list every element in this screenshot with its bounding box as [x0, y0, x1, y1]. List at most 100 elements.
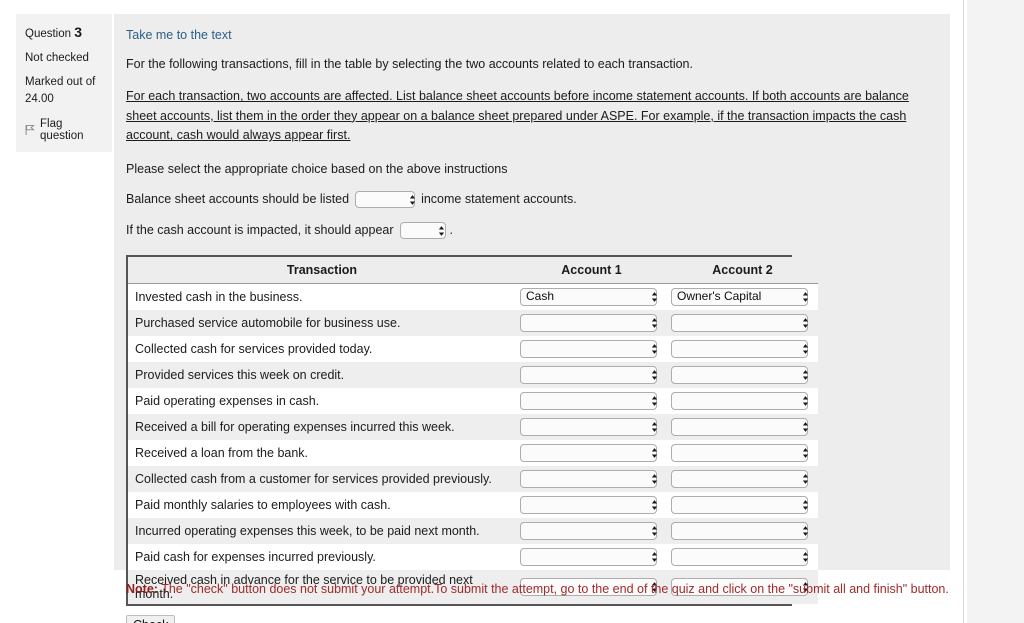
transaction-cell: Collected cash from a customer for servi… [128, 465, 516, 492]
account-1-select[interactable] [520, 547, 657, 566]
inline-2-after: . [449, 223, 454, 238]
transaction-cell: Paid operating expenses in cash. [128, 387, 516, 414]
footer-note-text: The "check" button does not submit your … [157, 582, 949, 596]
account-2-cell [667, 335, 818, 362]
account-2-cell [667, 491, 818, 518]
account-2-select-wrap [671, 521, 814, 540]
account-2-select[interactable] [671, 469, 808, 488]
account-2-select[interactable] [671, 365, 808, 384]
table-row: Received a bill for operating expenses i… [128, 413, 818, 440]
table-body: Invested cash in the business. Cash Owner'… [128, 283, 818, 604]
transaction-cell: Paid cash for expenses incurred previous… [128, 543, 516, 570]
account-2-select-wrap [671, 469, 814, 488]
account-1-select[interactable] [520, 469, 657, 488]
account-2-cell [667, 543, 818, 570]
account-1-select[interactable] [520, 443, 657, 462]
footer-note-label: Note: [126, 582, 158, 596]
account-1-select[interactable] [520, 417, 657, 436]
account-1-cell [516, 517, 667, 544]
inline-select-2[interactable] [399, 222, 446, 240]
account-2-select[interactable] [671, 443, 808, 462]
account-2-select[interactable] [671, 417, 808, 436]
prompt-text: Please select the appropriate choice bas… [126, 161, 508, 176]
column-header-account-2: Account 2 [667, 256, 818, 284]
table-row: Collected cash from a customer for servi… [128, 465, 818, 492]
account-1-select-wrap [520, 495, 663, 514]
account-2-cell [667, 361, 818, 388]
account-2-cell [667, 465, 818, 492]
account-2-select[interactable]: Owner's Capital [671, 287, 808, 306]
table-row: Paid monthly salaries to employees with … [128, 491, 818, 518]
table-head: Transaction Account 1 Account 2 [128, 256, 818, 284]
table-row: Purchased service automobile for busines… [128, 309, 818, 336]
account-2-select[interactable] [671, 521, 808, 540]
transactions-table: Transaction Account 1 Account 2 Invested… [128, 256, 818, 604]
account-2-select[interactable] [671, 391, 808, 410]
flag-icon [25, 124, 35, 135]
table-row: Collected cash for services provided tod… [128, 335, 818, 362]
table-header-row: Transaction Account 1 Account 2 [128, 256, 818, 284]
account-1-select[interactable] [520, 313, 657, 332]
account-1-select-wrap: Cash [520, 287, 663, 306]
flag-question-button[interactable]: Flag question [25, 117, 103, 142]
inline-2-before: If the cash account is impacted, it shou… [126, 223, 394, 238]
account-1-cell: Cash [516, 283, 667, 310]
inline-select-2-wrap [394, 222, 450, 240]
table-row: Received a loan from the bank. [128, 439, 818, 466]
account-1-select-wrap [520, 391, 663, 410]
question-info-box: Question 3 Not checked Marked out of 24.… [16, 14, 112, 152]
take-me-to-the-text-link[interactable]: Take me to the text [126, 28, 232, 42]
account-1-select[interactable] [520, 521, 657, 540]
account-2-select[interactable] [671, 495, 808, 514]
account-1-select-wrap [520, 365, 663, 384]
account-2-select-wrap [671, 417, 814, 436]
account-1-select[interactable] [520, 339, 657, 358]
inline-question-1: Balance sheet accounts should be listed … [126, 190, 938, 209]
account-2-cell [667, 517, 818, 544]
account-1-cell [516, 309, 667, 336]
account-2-cell: Owner's Capital [667, 283, 818, 310]
account-2-select[interactable] [671, 313, 808, 332]
table-row: Invested cash in the business. Cash Owner'… [128, 283, 818, 310]
table-row: Paid cash for expenses incurred previous… [128, 543, 818, 570]
account-1-select-wrap [520, 313, 663, 332]
inline-question-2: If the cash account is impacted, it shou… [126, 222, 938, 240]
marked-out-of-label: Marked out of [25, 75, 96, 88]
question-panel: Take me to the text For the following tr… [114, 14, 950, 623]
account-1-select-wrap [520, 417, 663, 436]
question-state: Not checked [25, 51, 89, 64]
account-1-select-wrap [520, 469, 663, 488]
account-2-select-wrap [671, 547, 814, 566]
transaction-cell: Invested cash in the business. [128, 283, 516, 310]
account-2-select[interactable] [671, 547, 808, 566]
transaction-cell: Purchased service automobile for busines… [128, 309, 516, 336]
account-2-select-wrap: Owner's Capital [671, 287, 814, 306]
transaction-cell: Provided services this week on credit. [128, 361, 516, 388]
page-divider [963, 0, 964, 623]
account-1-cell [516, 439, 667, 466]
column-header-account-1: Account 1 [516, 256, 667, 284]
column-header-transaction: Transaction [128, 256, 516, 284]
inline-1-before: Balance sheet accounts should be listed [126, 191, 350, 206]
account-1-select-wrap [520, 443, 663, 462]
account-1-select[interactable] [520, 365, 657, 384]
account-2-cell [667, 309, 818, 336]
account-1-cell [516, 543, 667, 570]
account-1-cell [516, 335, 667, 362]
check-button[interactable]: Check [126, 614, 176, 623]
transaction-cell: Received a loan from the bank. [128, 439, 516, 466]
account-2-select[interactable] [671, 339, 808, 358]
inline-select-1[interactable] [355, 190, 416, 208]
account-2-cell [667, 387, 818, 414]
account-2-cell [667, 439, 818, 466]
account-1-cell [516, 361, 667, 388]
account-1-cell [516, 465, 667, 492]
account-1-select[interactable]: Cash [520, 287, 657, 306]
table-row: Paid operating expenses in cash. [128, 387, 818, 414]
account-1-cell [516, 387, 667, 414]
flag-question-label: Flag question [40, 117, 84, 142]
account-2-cell [667, 413, 818, 440]
account-2-select-wrap [671, 365, 814, 384]
account-1-select[interactable] [520, 495, 657, 514]
account-1-select[interactable] [520, 391, 657, 410]
